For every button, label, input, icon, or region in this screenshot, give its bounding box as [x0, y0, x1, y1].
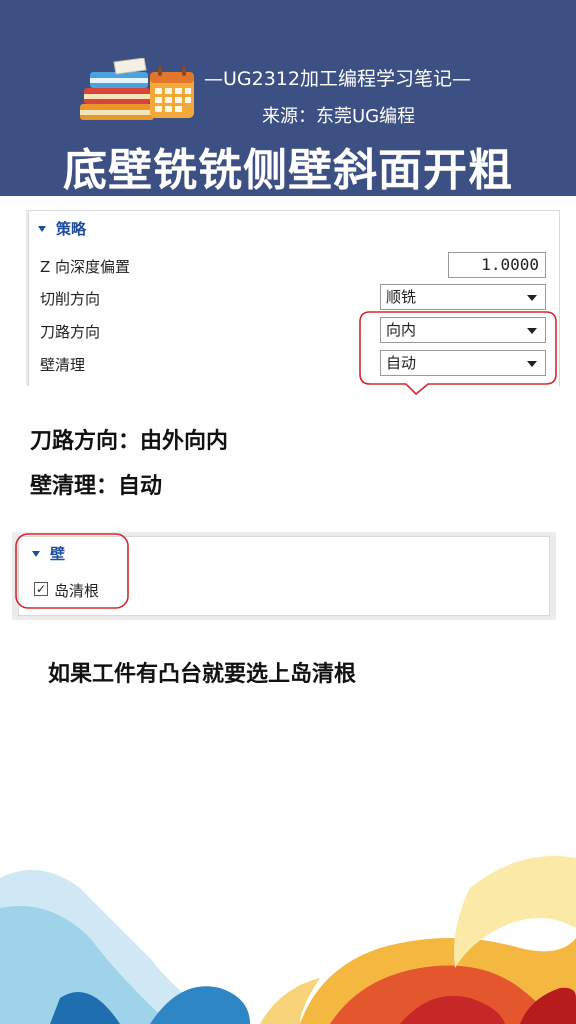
dropdown-arrow-icon [527, 295, 537, 301]
note-path-direction: 刀路方向：由外向内 [30, 429, 229, 454]
wall-cleanup-label: 壁清理 [40, 356, 86, 374]
highlight-callout [15, 533, 129, 609]
panel-edge [26, 210, 28, 386]
depth-offset-input[interactable]: 1.0000 [448, 252, 546, 278]
highlight-callout [359, 311, 557, 396]
source-text: 来源：东莞UG编程 [262, 106, 416, 127]
depth-offset-label: Z 向深度偏置 [40, 258, 131, 276]
header-banner: —UG2312加工编程学习笔记— 来源：东莞UG编程 底壁铣铣侧壁斜面开粗 [0, 0, 576, 196]
cut-direction-label: 切削方向 [40, 290, 101, 308]
books-calendar-icon [80, 58, 194, 120]
path-direction-label: 刀路方向 [40, 323, 101, 341]
cut-direction-value: 顺铣 [386, 288, 417, 306]
collapse-triangle-icon[interactable] [38, 226, 46, 232]
decorative-swirl-art [0, 856, 576, 1024]
note-wall-cleanup: 壁清理：自动 [30, 474, 163, 499]
note-island-cleanup: 如果工件有凸台就要选上岛清根 [48, 662, 357, 687]
page-title: 底壁铣铣侧壁斜面开粗 [63, 145, 513, 196]
section-title-strategy[interactable]: 策略 [56, 218, 86, 239]
series-subtitle: —UG2312加工编程学习笔记— [204, 68, 471, 90]
